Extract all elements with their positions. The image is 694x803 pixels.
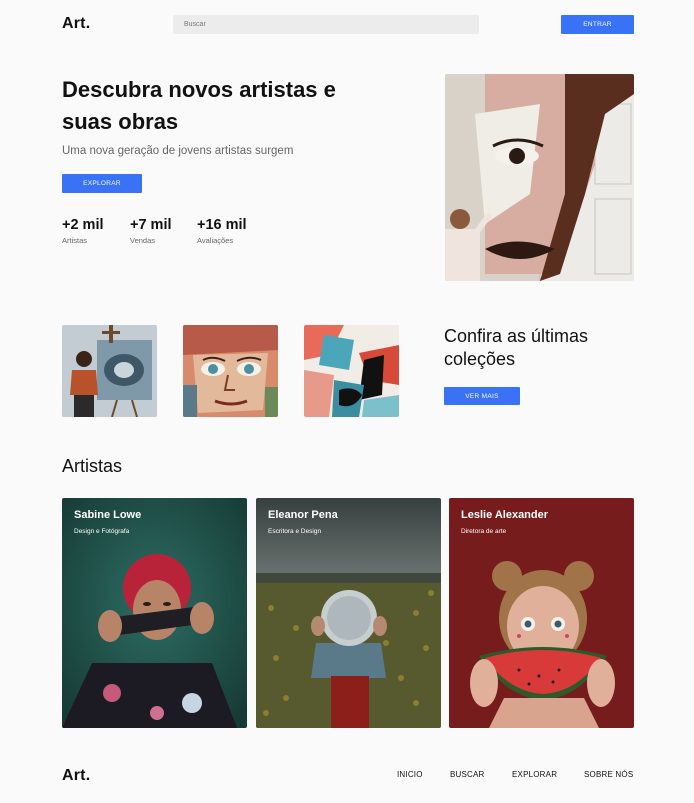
stat-value: +16 mil: [197, 217, 247, 233]
footer-logo[interactable]: Art.: [62, 767, 90, 785]
stat-value: +7 mil: [130, 217, 172, 233]
explore-button[interactable]: EXPLORAR: [62, 174, 142, 193]
footer-nav-buscar[interactable]: BUSCAR: [450, 770, 485, 779]
artist-name: Sabine Lowe: [74, 509, 142, 521]
hero-subtitle: Uma nova geração de jovens artistas surg…: [62, 145, 294, 157]
artist-name: Eleanor Pena: [268, 509, 338, 521]
artist-role: Escritora e Design: [268, 528, 322, 535]
artist-role: Design e Fotógrafa: [74, 528, 130, 535]
stat-reviews: +16 mil Avaliações: [197, 217, 247, 245]
artists-title: Artistas: [62, 456, 123, 476]
hero-title: Descubra novos artistas e suas obras: [62, 77, 336, 134]
stat-label: Avaliações: [197, 236, 234, 245]
stat-sales: +7 mil Vendas: [130, 217, 172, 245]
artist-name: Leslie Alexander: [461, 509, 549, 521]
stat-value: +2 mil: [62, 217, 104, 233]
artist-role: Diretora de arte: [461, 528, 507, 535]
artist-card-leslie[interactable]: Leslie Alexander Diretora de arte: [449, 498, 634, 728]
collections-title: Confira as últimas coleções: [444, 326, 589, 369]
stat-label: Artistas: [62, 236, 88, 245]
see-more-button[interactable]: VER MAIS: [444, 387, 520, 405]
hero-image: [445, 74, 634, 281]
stat-artists: +2 mil Artistas: [62, 217, 104, 245]
artist-card-sabine[interactable]: Sabine Lowe Design e Fotógrafa: [62, 498, 247, 728]
footer-nav-inicio[interactable]: INICIO: [397, 770, 423, 779]
stat-label: Vendas: [130, 236, 156, 245]
footer-nav-explorar[interactable]: EXPLORAR: [512, 770, 557, 779]
login-button[interactable]: ENTRAR: [561, 15, 634, 34]
logo[interactable]: Art.: [62, 15, 90, 33]
collection-thumb-2[interactable]: [183, 325, 278, 417]
artist-card-eleanor[interactable]: Eleanor Pena Escritora e Design: [256, 498, 441, 728]
collection-thumb-1[interactable]: [62, 325, 157, 417]
footer-nav-sobre[interactable]: SOBRE NÓS: [584, 770, 633, 779]
search-input[interactable]: [173, 15, 479, 34]
collection-thumb-3[interactable]: [304, 325, 399, 417]
